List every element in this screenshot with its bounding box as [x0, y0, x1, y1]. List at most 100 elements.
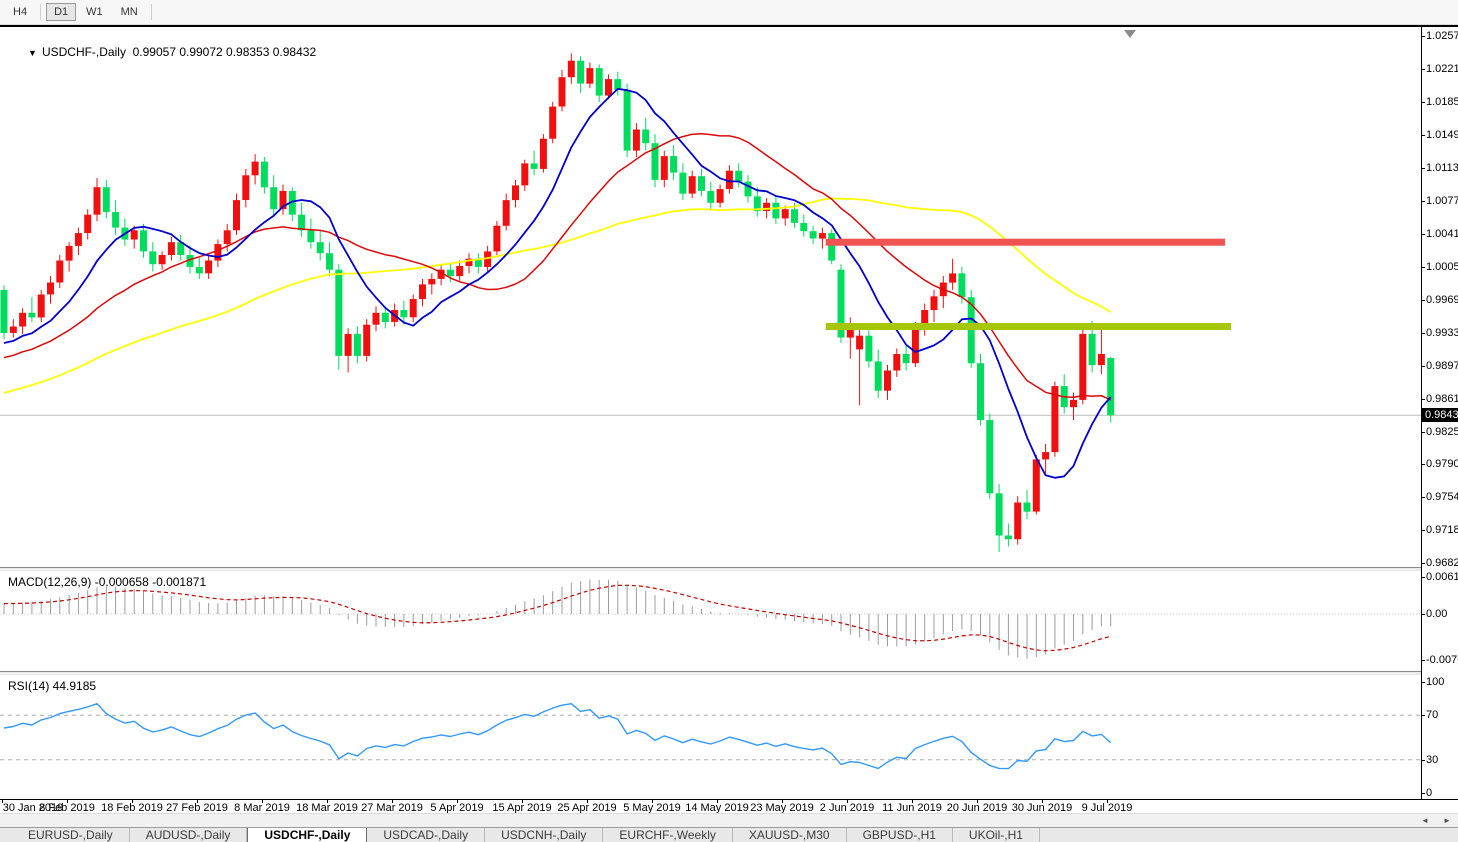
candle-body: [717, 189, 724, 203]
candle-body: [19, 313, 26, 327]
candle-body: [772, 203, 779, 219]
candle-body: [828, 233, 835, 261]
horizontal-scrollbar[interactable]: ◄ ►: [0, 813, 1458, 827]
candle-body: [903, 354, 910, 363]
candle-body: [865, 336, 872, 362]
candle-body: [521, 163, 528, 185]
time-axis[interactable]: 30 Jan 20198 Feb 201918 Feb 201927 Feb 2…: [0, 799, 1458, 813]
price-axis-label: 1.01850: [1422, 96, 1458, 108]
scroll-right-icon[interactable]: ►: [1440, 815, 1454, 827]
candle-body: [605, 79, 612, 96]
candle-body: [345, 334, 352, 356]
chart-tab-eurusd[interactable]: EURUSD-,Daily: [12, 828, 130, 842]
candle-body: [977, 363, 984, 420]
candle-body: [447, 270, 454, 276]
candle-body: [270, 187, 277, 209]
mt4-window: H4 D1W1MN ▼USDCHF-,Daily 0.99057 0.99072 …: [0, 0, 1458, 842]
candle-body: [47, 283, 54, 295]
candle-body: [549, 107, 556, 139]
candle-body: [1089, 334, 1096, 365]
timeframe-button-d1[interactable]: D1: [46, 3, 76, 21]
rsi-panel[interactable]: RSI(14) 44.9185: [0, 675, 1421, 799]
price-axis-label: 1.00770: [1422, 195, 1458, 207]
candle-body: [568, 61, 575, 77]
macd-chart[interactable]: [0, 571, 1421, 671]
chart-tab-usdcad[interactable]: USDCAD-,Daily: [367, 828, 485, 842]
candle-body: [1107, 358, 1114, 415]
candle-body: [875, 361, 882, 390]
candle-body: [1070, 400, 1077, 407]
candle-body: [1005, 536, 1012, 540]
support-line[interactable]: [826, 323, 1231, 330]
macd-panel[interactable]: MACD(12,26,9) -0.000658 -0.001871: [0, 571, 1421, 671]
candle-body: [1, 290, 8, 333]
macd-axis-label: 0.00613: [1422, 571, 1458, 583]
timeframe-button-w1[interactable]: W1: [78, 3, 111, 21]
candle-body: [512, 185, 519, 200]
candle-body: [735, 171, 742, 182]
rsi-axis-label: 30: [1422, 754, 1458, 766]
chart-shift-marker-icon[interactable]: [1124, 30, 1136, 38]
candle-body: [642, 130, 649, 144]
candle-body: [131, 230, 138, 239]
candle-body: [419, 284, 426, 299]
chart-tab-ukoil[interactable]: UKOil-,H1: [953, 828, 1040, 842]
price-axis[interactable]: 0.98432 1.025701.022101.018501.014901.01…: [1422, 27, 1458, 799]
chart-tab-gbpusd[interactable]: GBPUSD-,H1: [847, 828, 953, 842]
candle-body: [698, 176, 705, 191]
candle-body: [1014, 503, 1021, 540]
rsi-line: [4, 704, 1111, 769]
candle-body: [354, 334, 361, 356]
rsi-chart[interactable]: [0, 675, 1421, 799]
chart-tab-audusd[interactable]: AUDUSD-,Daily: [130, 828, 248, 842]
chart-tab-usdchf[interactable]: USDCHF-,Daily: [247, 828, 367, 842]
candle-body: [363, 325, 370, 356]
timeframe-button-h4[interactable]: H4: [5, 3, 35, 21]
candle-body: [373, 313, 380, 325]
candle-body: [233, 200, 240, 230]
candle-body: [205, 261, 212, 274]
candle-body: [884, 371, 891, 391]
price-axis-label: 0.98970: [1422, 360, 1458, 372]
candle-body: [28, 313, 35, 318]
collapse-indicator-icon[interactable]: ▼: [28, 48, 37, 58]
candle-body: [1033, 459, 1040, 511]
candle-body: [624, 90, 631, 151]
candle-body: [893, 354, 900, 371]
candle-body: [996, 493, 1003, 535]
candle-body: [949, 273, 956, 282]
candle-body: [103, 187, 110, 212]
scroll-left-icon[interactable]: ◄: [1418, 815, 1432, 827]
current-price-tag: 0.98432: [1422, 408, 1458, 422]
candle-body: [782, 209, 789, 218]
candle-body: [856, 336, 863, 350]
chart-tab-eurchf[interactable]: EURCHF-,Weekly: [603, 828, 732, 842]
main-chart-panel[interactable]: ▼USDCHF-,Daily 0.99057 0.99072 0.98353 0…: [0, 27, 1421, 567]
resistance-line[interactable]: [826, 239, 1225, 246]
price-axis-label: 0.96820: [1422, 557, 1458, 569]
candle-body: [540, 139, 547, 169]
candle-body: [596, 68, 603, 96]
candle-body: [577, 61, 584, 84]
chart-tab-xauusd[interactable]: XAUUSD-,M30: [733, 828, 847, 842]
rsi-axis-label: 70: [1422, 709, 1458, 721]
candle-body: [931, 296, 938, 310]
macd-signal-line: [4, 585, 1111, 651]
candlestick-chart[interactable]: [0, 27, 1421, 567]
ma-mid-line: [4, 134, 1111, 400]
candle-body: [633, 130, 640, 151]
candle-body: [456, 266, 463, 276]
candle-body: [140, 230, 147, 251]
candle-body: [196, 267, 203, 273]
candle-body: [559, 77, 566, 106]
candle-body: [707, 191, 714, 203]
candle-body: [66, 246, 73, 261]
price-axis-label: 0.97900: [1422, 458, 1458, 470]
candle-body: [84, 215, 91, 233]
timeframe-toolbar: H4 D1W1MN: [0, 0, 1458, 25]
candle-body: [335, 270, 342, 356]
timeframe-button-mn[interactable]: MN: [113, 3, 146, 21]
candle-body: [819, 233, 826, 239]
price-axis-label: 1.00410: [1422, 228, 1458, 240]
chart-tab-usdcnh[interactable]: USDCNH-,Daily: [485, 828, 603, 842]
